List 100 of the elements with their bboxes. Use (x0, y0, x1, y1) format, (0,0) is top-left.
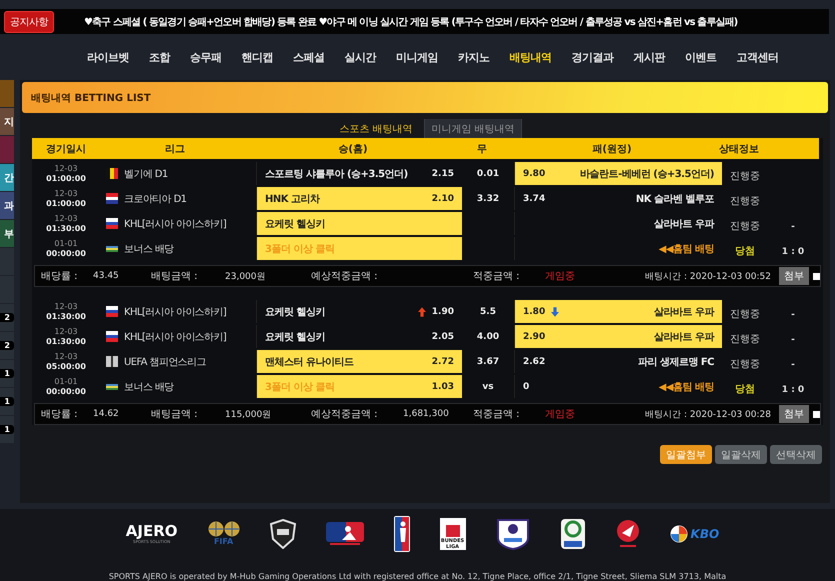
match-time: 01:30:00 (46, 336, 86, 346)
attach-button[interactable]: 첨부 (779, 267, 809, 285)
nav-link[interactable]: 실시간 (334, 50, 386, 64)
match-date: 12-03 (54, 164, 78, 174)
match-time: 01:00:00 (46, 198, 86, 208)
sidebar-item[interactable] (0, 248, 14, 275)
sidebar-item[interactable]: 1 (0, 416, 14, 443)
home-odds: 1.90 (432, 306, 454, 316)
nav-link[interactable]: 조합 (138, 50, 180, 64)
score-text: - (791, 335, 795, 345)
baseball-logo-icon (326, 522, 364, 546)
home-odds: 1.03 (432, 382, 454, 392)
nav-link[interactable]: 미니게임 (386, 50, 448, 64)
flag-icon (106, 384, 118, 390)
summary-value: 23,000원 (225, 270, 266, 282)
page-title: 배팅내역 BETTING LIST (31, 92, 151, 104)
column-header: 리그 (164, 142, 186, 156)
tab[interactable]: 미니게임 배팅내역 (425, 119, 522, 138)
sidebar-item[interactable] (0, 136, 14, 163)
away-pick[interactable]: ◀◀홈팀 배팅 (514, 237, 722, 260)
match-date: 12-03 (54, 214, 78, 224)
column-header: 경기일시 (45, 142, 87, 156)
match-date: 12-03 (54, 352, 78, 362)
attach-button[interactable]: 첨부 (779, 405, 809, 423)
bet-time: 배팅시간 : 2020-12-03 00:52 (644, 270, 771, 282)
status-text: 당첨 (735, 246, 755, 257)
nav-link[interactable]: 카지노 (448, 50, 500, 64)
away-pick[interactable]: 3.74 NK 슬라벤 벨루포 (514, 187, 722, 210)
flag-icon (106, 356, 118, 367)
checkbox[interactable] (813, 410, 820, 418)
away-odds: 0 (523, 382, 530, 392)
sidebar-item[interactable]: 지 (0, 108, 14, 135)
nav-link[interactable]: 스페셜 (282, 50, 334, 64)
action-button[interactable]: 일괄삭제 (715, 445, 767, 464)
sidebar-item[interactable] (0, 80, 14, 107)
globe-icon (208, 521, 240, 537)
summary-label: 적중금액 : (473, 408, 521, 421)
match-time: 01:00:00 (46, 174, 86, 184)
checkbox[interactable] (813, 272, 820, 280)
notice-badge[interactable]: 공지사항 (4, 10, 54, 32)
nav-link[interactable]: 고객센터 (726, 50, 788, 64)
match-date: 01-01 (54, 376, 78, 386)
away-pick[interactable]: 1.80 살라바트 우파 (514, 300, 722, 323)
draw-odds: vs (482, 382, 494, 392)
home-odds: 2.05 (432, 332, 454, 342)
shield-logo-icon (560, 518, 586, 550)
away-odds: 9.80 (523, 168, 546, 178)
summary-value: 1,681,300 (403, 409, 449, 419)
away-pick[interactable]: 0 ◀◀홈팀 배팅 (514, 375, 722, 398)
match-date: 12-03 (54, 326, 78, 336)
league-name: UEFA 챔피언스리그 (124, 356, 206, 368)
nav-link[interactable]: 경기결과 (561, 50, 624, 64)
summary-label: 배당률 : (41, 408, 79, 421)
logo-text: AJERO (126, 523, 178, 539)
away-odds: 2.90 (523, 332, 546, 342)
home-pick[interactable]: 요케릿 헬싱키 1.90 (256, 300, 462, 323)
match-time: 01:30:00 (46, 312, 86, 322)
sidebar-item[interactable]: 과 (0, 192, 14, 219)
notice-text: ♥축구 스페셜 ( 동일경기 승패+언오버 합배당) 등록 완료 ♥야구 메 이닝 실시간 게임 등록 (투구수 언오버 / 타자수 언오버 / 출루성공 vs 삼진+홈런 vs 출루실패) (84, 16, 738, 28)
match-date: 01-01 (54, 238, 78, 248)
sidebar-item[interactable]: 간 (0, 164, 14, 191)
nav-link[interactable]: 승무패 (180, 50, 232, 64)
flag-icon (106, 218, 118, 229)
status-text: 당첨 (735, 384, 755, 395)
down-arrow-icon (551, 306, 560, 316)
match-date: 12-03 (54, 302, 78, 312)
nav-link[interactable]: 핸디캡 (231, 50, 283, 64)
draw-odds: 4.00 (476, 332, 500, 342)
away-odds: 2.62 (523, 356, 546, 366)
column-header: 상태정보 (718, 142, 760, 156)
summary-label: 예상적중금액 : (311, 408, 379, 421)
status-text: 진행중 (730, 359, 760, 370)
home-pick[interactable]: HNK 고리차 2.10 (256, 187, 462, 210)
league-name: 보너스 배당 (124, 380, 174, 394)
nav-link[interactable]: 라이브벳 (76, 50, 139, 64)
away-pick[interactable]: 2.62 파리 생제르맹 FC (514, 350, 722, 373)
match-time: 01:30:00 (46, 224, 86, 234)
summary-value: 게임중 (545, 270, 576, 283)
action-button[interactable]: 선택삭제 (770, 445, 822, 464)
nav-link[interactable]: 배팅내역 (499, 50, 562, 64)
summary-value: 115,000원 (225, 408, 272, 420)
logo-text: FIFA (214, 537, 234, 546)
sidebar-item[interactable]: 1 (0, 388, 14, 415)
nav-link[interactable]: 게시판 (623, 50, 675, 64)
away-pick[interactable]: 살라바트 우파 (514, 212, 722, 235)
home-pick[interactable]: 요케릿 헬싱키 (256, 212, 462, 235)
league-name: KHL[러시아 아이스하키] (124, 218, 226, 230)
sidebar-item[interactable]: 2 (0, 332, 14, 359)
sidebar-item[interactable]: 1 (0, 360, 14, 387)
home-pick[interactable]: 맨체스터 유나이티드 2.72 (256, 350, 462, 373)
league-name: 벨기에 D1 (124, 168, 168, 180)
away-pick[interactable]: 2.90 살라바트 우파 (514, 325, 722, 348)
home-pick[interactable]: 3폴더 이상 클릭 1.03 (256, 375, 462, 398)
sidebar-item[interactable]: 부 (0, 220, 14, 247)
away-pick[interactable]: 9.80 바슬란트-베베런 (승+3.5언더) (514, 162, 722, 185)
home-pick[interactable]: 스포르팅 샤를루아 (승+3.5언더) 2.15 (256, 162, 462, 185)
column-header: 무 (476, 142, 488, 156)
nav-link[interactable]: 이벤트 (674, 50, 726, 64)
home-pick[interactable]: 요케릿 헬싱키 2.05 (256, 325, 462, 348)
sidebar-item[interactable]: 2 (0, 304, 14, 331)
